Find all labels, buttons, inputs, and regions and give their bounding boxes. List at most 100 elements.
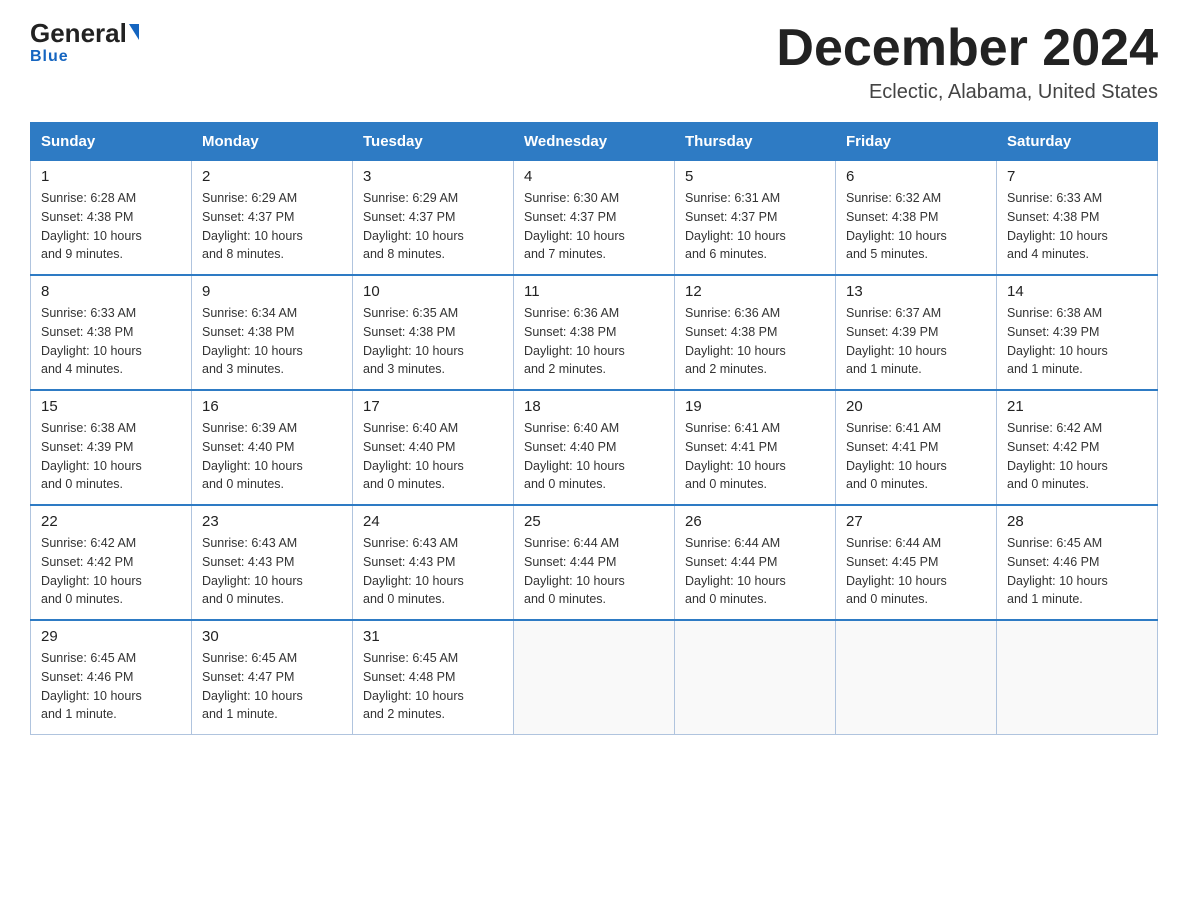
weekday-header-sunday: Sunday	[31, 123, 192, 161]
calendar-day-cell: 16 Sunrise: 6:39 AMSunset: 4:40 PMDayligh…	[192, 390, 353, 505]
day-info: Sunrise: 6:43 AMSunset: 4:43 PMDaylight:…	[202, 534, 342, 609]
calendar-day-cell	[997, 620, 1158, 735]
day-number: 21	[1007, 398, 1147, 415]
calendar-week-row: 15 Sunrise: 6:38 AMSunset: 4:39 PMDayligh…	[31, 390, 1158, 505]
day-info: Sunrise: 6:29 AMSunset: 4:37 PMDaylight:…	[363, 189, 503, 264]
day-info: Sunrise: 6:45 AMSunset: 4:46 PMDaylight:…	[1007, 534, 1147, 609]
day-info: Sunrise: 6:41 AMSunset: 4:41 PMDaylight:…	[846, 419, 986, 494]
day-info: Sunrise: 6:35 AMSunset: 4:38 PMDaylight:…	[363, 304, 503, 379]
weekday-header-monday: Monday	[192, 123, 353, 161]
day-number: 26	[685, 513, 825, 530]
calendar-day-cell: 9 Sunrise: 6:34 AMSunset: 4:38 PMDaylight…	[192, 275, 353, 390]
day-info: Sunrise: 6:39 AMSunset: 4:40 PMDaylight:…	[202, 419, 342, 494]
location-title: Eclectic, Alabama, United States	[776, 81, 1158, 104]
day-number: 13	[846, 283, 986, 300]
calendar-header-row: SundayMondayTuesdayWednesdayThursdayFrid…	[31, 123, 1158, 161]
day-number: 23	[202, 513, 342, 530]
calendar-day-cell: 1Sunrise: 6:28 AMSunset: 4:38 PMDaylight…	[31, 161, 192, 276]
logo-triangle-icon	[129, 24, 139, 40]
day-info: Sunrise: 6:42 AMSunset: 4:42 PMDaylight:…	[41, 534, 181, 609]
weekday-header-saturday: Saturday	[997, 123, 1158, 161]
day-number: 22	[41, 513, 181, 530]
calendar-day-cell: 21 Sunrise: 6:42 AMSunset: 4:42 PMDayligh…	[997, 390, 1158, 505]
day-info: Sunrise: 6:45 AMSunset: 4:47 PMDaylight:…	[202, 649, 342, 724]
calendar-day-cell: 7 Sunrise: 6:33 AMSunset: 4:38 PMDaylight…	[997, 161, 1158, 276]
calendar-day-cell: 29 Sunrise: 6:45 AMSunset: 4:46 PMDayligh…	[31, 620, 192, 735]
day-number: 20	[846, 398, 986, 415]
calendar-day-cell: 27Sunrise: 6:44 AMSunset: 4:45 PMDayligh…	[836, 505, 997, 620]
day-number: 15	[41, 398, 181, 415]
day-info: Sunrise: 6:45 AMSunset: 4:46 PMDaylight:…	[41, 649, 181, 724]
day-info: Sunrise: 6:44 AMSunset: 4:44 PMDaylight:…	[685, 534, 825, 609]
day-info: Sunrise: 6:33 AMSunset: 4:38 PMDaylight:…	[1007, 189, 1147, 264]
weekday-header-thursday: Thursday	[675, 123, 836, 161]
day-number: 17	[363, 398, 503, 415]
calendar-day-cell: 4Sunrise: 6:30 AMSunset: 4:37 PMDaylight…	[514, 161, 675, 276]
calendar-week-row: 8 Sunrise: 6:33 AMSunset: 4:38 PMDaylight…	[31, 275, 1158, 390]
day-number: 6	[846, 168, 986, 185]
weekday-header-tuesday: Tuesday	[353, 123, 514, 161]
day-info: Sunrise: 6:44 AMSunset: 4:45 PMDaylight:…	[846, 534, 986, 609]
calendar-day-cell: 19 Sunrise: 6:41 AMSunset: 4:41 PMDayligh…	[675, 390, 836, 505]
calendar-day-cell: 31Sunrise: 6:45 AMSunset: 4:48 PMDayligh…	[353, 620, 514, 735]
calendar-day-cell: 22 Sunrise: 6:42 AMSunset: 4:42 PMDayligh…	[31, 505, 192, 620]
day-number: 25	[524, 513, 664, 530]
day-info: Sunrise: 6:41 AMSunset: 4:41 PMDaylight:…	[685, 419, 825, 494]
calendar-day-cell: 10 Sunrise: 6:35 AMSunset: 4:38 PMDayligh…	[353, 275, 514, 390]
calendar-day-cell: 23 Sunrise: 6:43 AMSunset: 4:43 PMDayligh…	[192, 505, 353, 620]
day-info: Sunrise: 6:44 AMSunset: 4:44 PMDaylight:…	[524, 534, 664, 609]
calendar-day-cell: 14 Sunrise: 6:38 AMSunset: 4:39 PMDayligh…	[997, 275, 1158, 390]
calendar-week-row: 22 Sunrise: 6:42 AMSunset: 4:42 PMDayligh…	[31, 505, 1158, 620]
day-info: Sunrise: 6:36 AMSunset: 4:38 PMDaylight:…	[524, 304, 664, 379]
day-info: Sunrise: 6:43 AMSunset: 4:43 PMDaylight:…	[363, 534, 503, 609]
day-number: 11	[524, 283, 664, 300]
day-number: 16	[202, 398, 342, 415]
day-number: 28	[1007, 513, 1147, 530]
calendar-day-cell	[514, 620, 675, 735]
day-number: 3	[363, 168, 503, 185]
day-number: 19	[685, 398, 825, 415]
day-number: 9	[202, 283, 342, 300]
calendar-week-row: 1Sunrise: 6:28 AMSunset: 4:38 PMDaylight…	[31, 161, 1158, 276]
day-info: Sunrise: 6:37 AMSunset: 4:39 PMDaylight:…	[846, 304, 986, 379]
calendar-day-cell: 24 Sunrise: 6:43 AMSunset: 4:43 PMDayligh…	[353, 505, 514, 620]
calendar-day-cell: 17Sunrise: 6:40 AMSunset: 4:40 PMDayligh…	[353, 390, 514, 505]
day-info: Sunrise: 6:34 AMSunset: 4:38 PMDaylight:…	[202, 304, 342, 379]
calendar-day-cell: 25 Sunrise: 6:44 AMSunset: 4:44 PMDayligh…	[514, 505, 675, 620]
calendar-table: SundayMondayTuesdayWednesdayThursdayFrid…	[30, 122, 1158, 735]
day-number: 31	[363, 628, 503, 645]
calendar-day-cell: 5Sunrise: 6:31 AMSunset: 4:37 PMDaylight…	[675, 161, 836, 276]
logo-blue-label: Blue	[30, 48, 69, 66]
calendar-day-cell: 8 Sunrise: 6:33 AMSunset: 4:38 PMDaylight…	[31, 275, 192, 390]
day-info: Sunrise: 6:32 AMSunset: 4:38 PMDaylight:…	[846, 189, 986, 264]
title-area: December 2024 Eclectic, Alabama, United …	[776, 20, 1158, 104]
day-info: Sunrise: 6:38 AMSunset: 4:39 PMDaylight:…	[1007, 304, 1147, 379]
day-number: 29	[41, 628, 181, 645]
calendar-day-cell: 3 Sunrise: 6:29 AMSunset: 4:37 PMDaylight…	[353, 161, 514, 276]
day-number: 14	[1007, 283, 1147, 300]
day-number: 8	[41, 283, 181, 300]
month-title: December 2024	[776, 20, 1158, 77]
calendar-day-cell: 18Sunrise: 6:40 AMSunset: 4:40 PMDayligh…	[514, 390, 675, 505]
day-info: Sunrise: 6:30 AMSunset: 4:37 PMDaylight:…	[524, 189, 664, 264]
day-number: 12	[685, 283, 825, 300]
weekday-header-friday: Friday	[836, 123, 997, 161]
day-number: 7	[1007, 168, 1147, 185]
page-header: General Blue December 2024 Eclectic, Ala…	[30, 20, 1158, 104]
day-info: Sunrise: 6:38 AMSunset: 4:39 PMDaylight:…	[41, 419, 181, 494]
calendar-day-cell	[675, 620, 836, 735]
day-number: 2	[202, 168, 342, 185]
calendar-day-cell: 30 Sunrise: 6:45 AMSunset: 4:47 PMDayligh…	[192, 620, 353, 735]
day-info: Sunrise: 6:36 AMSunset: 4:38 PMDaylight:…	[685, 304, 825, 379]
day-number: 18	[524, 398, 664, 415]
day-info: Sunrise: 6:31 AMSunset: 4:37 PMDaylight:…	[685, 189, 825, 264]
calendar-day-cell: 20 Sunrise: 6:41 AMSunset: 4:41 PMDayligh…	[836, 390, 997, 505]
logo: General Blue	[30, 20, 139, 66]
day-number: 30	[202, 628, 342, 645]
day-number: 24	[363, 513, 503, 530]
day-info: Sunrise: 6:42 AMSunset: 4:42 PMDaylight:…	[1007, 419, 1147, 494]
day-info: Sunrise: 6:33 AMSunset: 4:38 PMDaylight:…	[41, 304, 181, 379]
day-info: Sunrise: 6:29 AMSunset: 4:37 PMDaylight:…	[202, 189, 342, 264]
day-number: 10	[363, 283, 503, 300]
calendar-day-cell: 6 Sunrise: 6:32 AMSunset: 4:38 PMDaylight…	[836, 161, 997, 276]
